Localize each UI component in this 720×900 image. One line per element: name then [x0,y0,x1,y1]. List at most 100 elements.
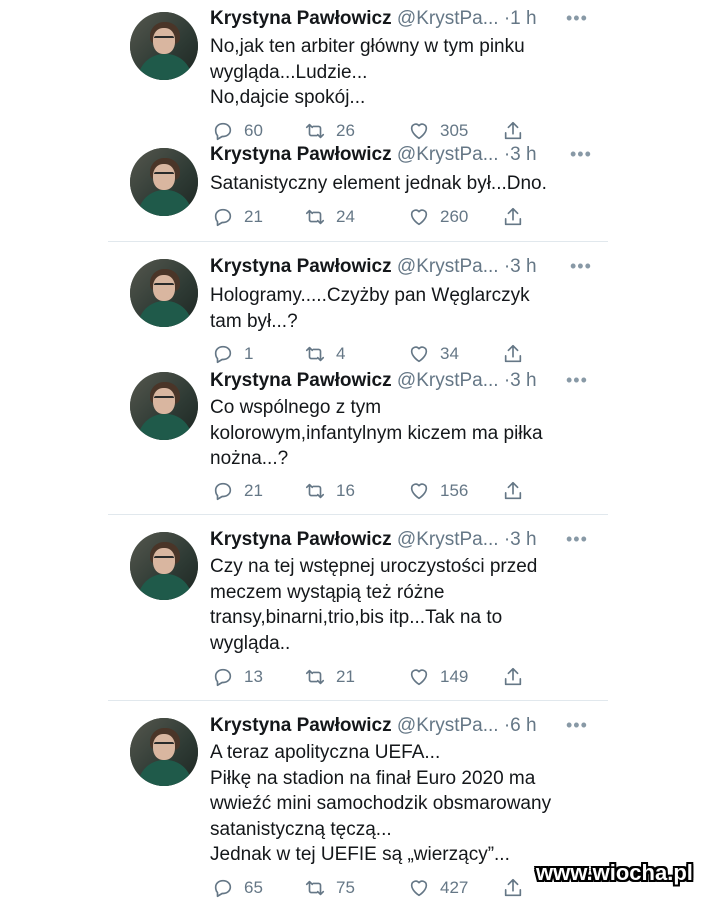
author-handle[interactable]: @KrystPa... [397,8,499,29]
timestamp[interactable]: 3 h [510,529,536,550]
avatar[interactable] [130,259,198,327]
retweet-count: 16 [336,481,355,500]
tweet-actions: 21 16 156 [212,479,532,503]
retweet-button[interactable]: 16 [304,479,355,503]
retweet-button[interactable]: 24 [304,205,355,229]
author-handle[interactable]: @KrystPa... [397,529,499,550]
reply-icon [214,345,232,364]
author-handle[interactable]: @KrystPa... [397,256,499,277]
retweet-count: 26 [336,121,355,140]
reply-count: 1 [244,344,254,363]
reply-count: 21 [244,481,263,500]
tweet-actions: 13 21 149 [212,665,532,689]
share-button[interactable] [502,665,524,689]
like-count: 149 [440,667,469,686]
avatar[interactable] [130,372,198,440]
retweet-button[interactable]: 21 [304,665,355,689]
more-options-icon[interactable]: ••• [566,370,588,391]
divider [108,241,608,242]
avatar[interactable] [130,12,198,80]
reply-count: 13 [244,667,263,686]
more-options-icon[interactable]: ••• [570,144,592,165]
retweet-button[interactable]: 4 [304,342,345,366]
like-count: 34 [440,344,459,363]
tweet-text-line: meczem wystąpią też różne [210,581,445,603]
watermark: www.wiocha.pl [536,860,693,885]
tweet-text: Co wspólnego z tym kolorowym,infantylnym… [210,395,590,472]
more-options-icon[interactable]: ••• [566,529,588,550]
share-button[interactable] [502,119,524,143]
retweet-icon [305,483,325,499]
retweet-button[interactable]: 26 [304,119,355,143]
timestamp[interactable]: 3 h [510,144,536,165]
reply-button[interactable]: 21 [212,205,263,229]
author-name[interactable]: Krystyna Pawłowicz [210,144,392,165]
reply-icon [214,208,232,227]
timestamp[interactable]: 3 h [510,370,536,391]
reply-button[interactable]: 13 [212,665,263,689]
reply-button[interactable]: 21 [212,479,263,503]
tweet-text-line: Co wspólnego z tym [210,397,382,418]
avatar[interactable] [130,148,198,216]
share-icon [504,121,522,140]
timestamp[interactable]: 6 h [510,715,536,736]
more-options-icon[interactable]: ••• [566,715,588,736]
avatar[interactable] [130,718,198,786]
tweet-text-line: No,jak ten arbiter główny w tym pinku [210,36,525,57]
share-button[interactable] [502,479,524,503]
tweet-text-line: wygląda...Ludzie... [210,61,368,83]
more-options-icon[interactable]: ••• [566,8,588,29]
reply-icon [214,879,232,898]
share-icon [504,667,522,686]
heart-icon [410,669,428,686]
tweet-text-line: transy,binarni,trio,bis itp...Tak na to [210,607,503,628]
timestamp[interactable]: 3 h [510,256,536,277]
author-name[interactable]: Krystyna Pawłowicz [210,256,392,277]
reply-button[interactable]: 1 [212,342,253,366]
like-button[interactable]: 260 [408,205,468,229]
more-options-icon[interactable]: ••• [570,256,592,277]
tweet-actions: 21 24 260 [212,205,532,229]
author-handle[interactable]: @KrystPa... [397,715,499,736]
retweet-icon [305,123,325,139]
tweet-text-line: Satanistyczny element jednak był...Dno. [210,173,547,194]
share-button[interactable] [502,205,524,229]
like-button[interactable]: 427 [408,876,468,900]
like-button[interactable]: 34 [408,342,459,366]
tweet-text-line: Hologramy.....Czyżby pan Węglarczyk [210,285,530,306]
reply-count: 65 [244,878,263,897]
retweet-count: 24 [336,207,355,226]
tweet-text-line: nożna...? [210,448,289,469]
reply-button[interactable]: 65 [212,876,263,900]
tweet-actions: 60 26 305 [212,119,532,143]
tweet-text-line: wygląda.. [210,632,291,654]
share-icon [504,344,522,363]
author-handle[interactable]: @KrystPa... [397,144,499,165]
tweet-text: Satanistyczny element jednak był...Dno. [210,171,590,197]
author-name[interactable]: Krystyna Pawłowicz [210,8,392,29]
tweet-actions: 65 75 427 [212,876,532,900]
heart-icon [410,880,428,897]
retweet-button[interactable]: 75 [304,876,355,900]
like-button[interactable]: 156 [408,479,468,503]
timestamp[interactable]: 1 h [510,8,536,29]
like-button[interactable]: 305 [408,119,468,143]
like-count: 260 [440,207,469,226]
tweet-text-line: No,dajcie spokój... [210,87,366,108]
author-name[interactable]: Krystyna Pawłowicz [210,529,392,550]
share-button[interactable] [502,876,524,900]
author-name[interactable]: Krystyna Pawłowicz [210,715,392,736]
avatar[interactable] [130,532,198,600]
author-name[interactable]: Krystyna Pawłowicz [210,370,392,391]
tweet-text-line: Czy na tej wstępnej uroczystości przed [210,556,538,577]
tweet-text-line: A teraz apolityczna UEFA... [210,742,441,763]
retweet-icon [305,880,325,896]
share-icon [504,878,522,897]
reply-count: 60 [244,121,263,140]
like-button[interactable]: 149 [408,665,468,689]
reply-button[interactable]: 60 [212,119,263,143]
heart-icon [410,483,428,500]
author-handle[interactable]: @KrystPa... [397,370,499,391]
retweet-icon [305,209,325,225]
share-button[interactable] [502,342,524,366]
